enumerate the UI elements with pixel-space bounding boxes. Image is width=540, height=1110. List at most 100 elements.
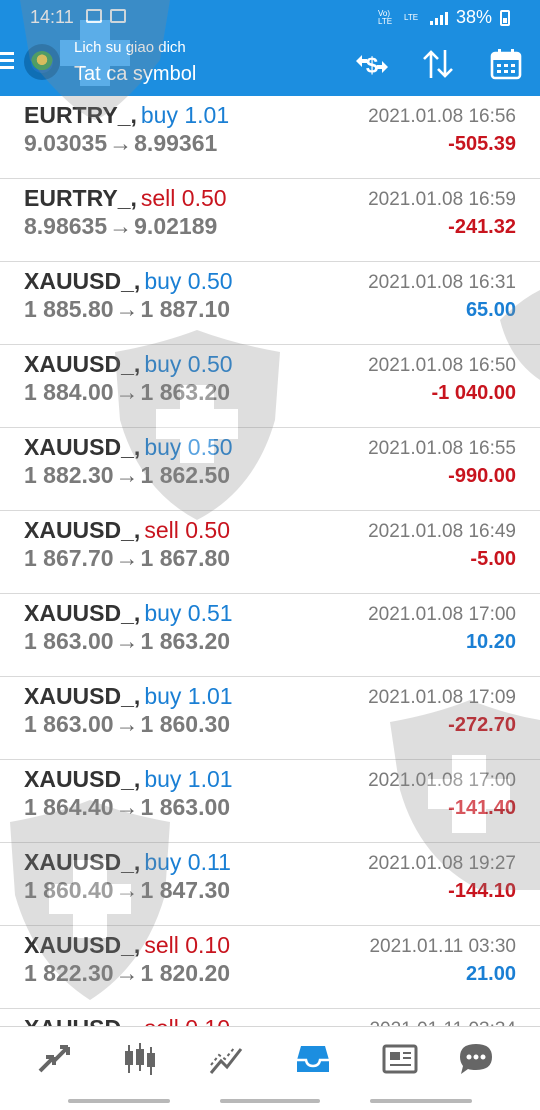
status-bar: 14:11 Vo) LTE LTE 38% [0, 0, 540, 34]
trade-row[interactable]: XAUUSD_, sell 0.10 1 822.30→1 820.20 2021.0… [0, 926, 540, 1009]
trade-volume: 1.01 [184, 102, 230, 128]
trade-direction: sell 0.50 [141, 185, 227, 211]
close-price: 1 887.10 [140, 296, 231, 322]
open-price: 1 860.40 [24, 877, 114, 903]
arrow-right-icon: → [115, 877, 139, 903]
arrow-right-icon: → [115, 960, 139, 986]
trade-side: sell [144, 1015, 179, 1026]
trade-volume: 0.50 [187, 434, 233, 460]
trade-prices: 1 864.40→1 863.00 [24, 794, 230, 821]
nav-trade[interactable] [204, 1041, 248, 1077]
gesture-bar-left [68, 1099, 170, 1103]
open-price: 1 885.80 [24, 296, 114, 322]
trade-side: buy [140, 102, 178, 128]
app-notification-icon [110, 9, 126, 23]
trade-row[interactable]: XAUUSD_, buy 0.11 1 860.40→1 847.30 2021.01… [0, 843, 540, 926]
trade-direction: buy 0.51 [144, 600, 232, 626]
close-price: 8.99361 [134, 130, 218, 156]
trade-symbol: XAUUSD_, buy 1.01 [24, 766, 233, 793]
trade-row[interactable]: XAUUSD_, buy 1.01 1 864.40→1 863.00 2021.01… [0, 760, 540, 843]
nav-chart[interactable] [118, 1041, 162, 1077]
trade-row[interactable]: XAUUSD_, buy 1.01 1 863.00→1 860.30 2021.01… [0, 677, 540, 760]
trade-side: buy [144, 434, 182, 460]
trade-volume: 0.10 [185, 1015, 230, 1026]
history-inbox-icon [297, 1046, 329, 1072]
news-icon [382, 1044, 418, 1074]
trade-time: 2021.01.08 17:00 [368, 770, 516, 791]
calendar-icon [490, 49, 522, 80]
trade-time: 2021.01.08 16:50 [368, 355, 516, 376]
exchange-button[interactable]: $ [352, 46, 392, 82]
symbol-name: XAUUSD_, [24, 351, 141, 377]
trade-side: buy [144, 268, 182, 294]
trade-symbol: XAUUSD_,sell 0.10 [24, 932, 230, 959]
trade-side: buy [144, 351, 182, 377]
trade-direction: buy 0.50 [144, 434, 232, 460]
close-price: 1 863.00 [140, 794, 231, 820]
close-price: 1 863.20 [140, 379, 231, 405]
trade-time: 2021.01.08 16:31 [368, 272, 516, 293]
trade-volume: 0.10 [185, 932, 230, 958]
open-price: 1 863.00 [24, 711, 114, 737]
trade-time: 2021.01.08 16:59 [368, 189, 516, 210]
symbol-name: XAUUSD_, [24, 766, 141, 792]
close-price: 1 867.80 [140, 545, 231, 571]
close-price: 1 820.20 [140, 960, 231, 986]
trade-profit: 21.00 [465, 963, 516, 985]
symbol-name: EURTRY_, [24, 185, 137, 211]
exchange-icon: $ [356, 53, 388, 78]
trade-time: 2021.01.08 19:27 [368, 853, 516, 874]
trade-row[interactable]: XAUUSD_, sell 0.10 2021.01.11 03:34 [0, 1009, 540, 1026]
nav-history[interactable] [291, 1041, 335, 1077]
trade-prices: 9.03035→8.99361 [24, 130, 217, 157]
trade-side: sell [144, 517, 179, 543]
trade-time: 2021.01.08 16:55 [368, 438, 516, 459]
trade-row[interactable]: EURTRY_, sell 0.50 8.98635→9.02189 2021.01.… [0, 179, 540, 262]
trade-row[interactable]: XAUUSD_, buy 0.51 1 863.00→1 863.20 2021.01… [0, 594, 540, 677]
nav-news[interactable] [378, 1041, 422, 1077]
chat-icon [460, 1044, 492, 1074]
trade-prices: 1 867.70→1 867.80 [24, 545, 230, 572]
trade-volume: 0.51 [187, 600, 233, 626]
sort-button[interactable] [418, 46, 458, 82]
trade-row[interactable]: XAUUSD_, buy 0.50 1 882.30→1 862.50 2021.01… [0, 428, 540, 511]
status-time: 14:11 [30, 7, 74, 27]
trade-side: buy [144, 600, 182, 626]
network-label: Vo) LTE [377, 8, 393, 26]
calendar-button[interactable] [486, 46, 526, 82]
open-price: 9.03035 [24, 130, 108, 156]
trade-side: buy [144, 683, 182, 709]
trade-row[interactable]: XAUUSD_, buy 0.50 1 885.80→1 887.10 2021.01… [0, 262, 540, 345]
nav-quotes[interactable] [32, 1041, 76, 1077]
trade-volume: 1.01 [187, 766, 233, 792]
trade-prices: 1 885.80→1 887.10 [24, 296, 230, 323]
trade-prices: 1 882.30→1 862.50 [24, 462, 230, 489]
open-price: 1 822.30 [24, 960, 114, 986]
trade-time: 2021.01.11 03:30 [369, 936, 516, 957]
nav-chat[interactable] [454, 1041, 498, 1077]
trade-symbol: XAUUSD_, buy 0.51 [24, 600, 233, 627]
symbol-name: XAUUSD_, [24, 517, 141, 543]
network-label-2: LTE [403, 12, 419, 22]
trade-volume: 0.50 [181, 185, 227, 211]
trade-row[interactable]: EURTRY_, buy 1.01 9.03035→8.99361 2021.01.0… [0, 96, 540, 179]
trade-symbol: XAUUSD_, sell 0.50 [24, 517, 230, 544]
trade-direction: buy 1.01 [144, 766, 232, 792]
menu-icon[interactable] [0, 52, 14, 72]
bottom-navigation [0, 1026, 540, 1110]
trade-direction: buy 1.01 [141, 102, 229, 128]
open-price: 1 882.30 [24, 462, 114, 488]
trade-history-list[interactable]: EURTRY_, buy 1.01 9.03035→8.99361 2021.01.0… [0, 96, 540, 1026]
symbol-filter[interactable]: Tat ca symbol [74, 63, 196, 86]
close-price: 1 847.30 [140, 877, 231, 903]
arrow-right-icon: → [115, 545, 139, 571]
trade-symbol: EURTRY_, buy 1.01 [24, 102, 229, 129]
trade-profit: -141.40 [448, 797, 516, 819]
trade-profit: 10.20 [465, 631, 516, 653]
trade-direction: sell 0.10 [144, 932, 230, 958]
trade-row[interactable]: XAUUSD_, buy 0.50 1 884.00→1 863.20 2021.01… [0, 345, 540, 428]
trade-icon [209, 1046, 243, 1074]
trade-volume: 1.01 [187, 683, 233, 709]
trade-row[interactable]: XAUUSD_, sell 0.50 1 867.70→1 867.80 2021.0… [0, 511, 540, 594]
arrow-right-icon: → [109, 130, 133, 156]
